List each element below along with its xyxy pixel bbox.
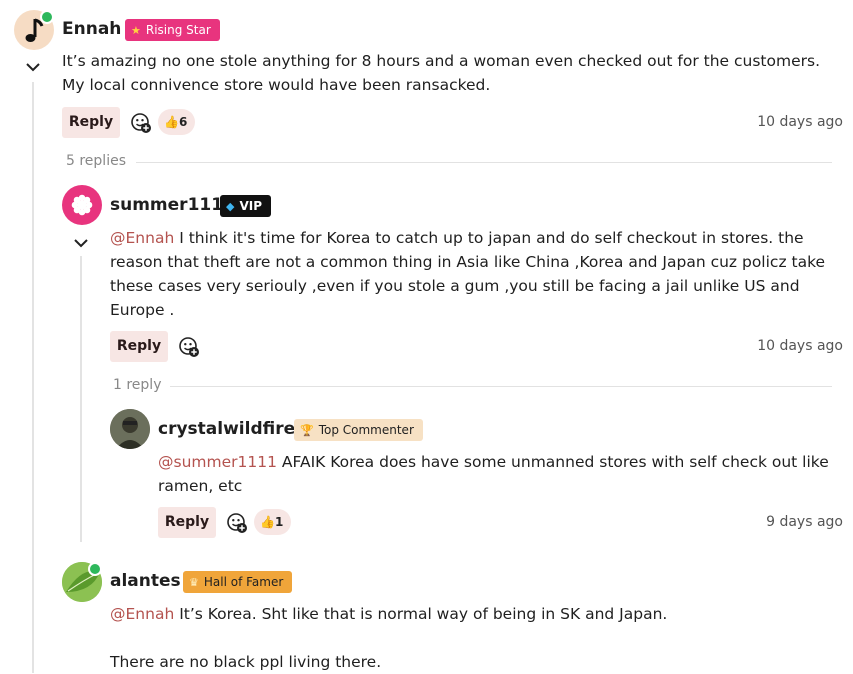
badge-label: Rising Star — [145, 23, 211, 37]
top-commenter-badge: 🏆 Top Commenter — [294, 419, 423, 441]
reply-button[interactable]: Reply — [62, 107, 120, 138]
timestamp: 10 days ago — [757, 338, 843, 354]
reply-button[interactable]: Reply — [110, 331, 168, 362]
online-indicator — [88, 562, 102, 576]
reaction-count: 1 — [274, 515, 284, 529]
username[interactable]: Ennah — [62, 19, 121, 39]
replies-toggle[interactable]: 1 reply — [113, 377, 161, 393]
reply-button[interactable]: Reply — [158, 507, 216, 538]
badge-label: Hall of Famer — [203, 575, 284, 589]
avatar[interactable] — [62, 185, 102, 225]
add-reaction-icon[interactable] — [226, 512, 248, 534]
collapse-chevron-icon[interactable] — [24, 60, 42, 74]
username[interactable]: summer1111 — [110, 195, 235, 215]
star-icon: ★ — [131, 24, 141, 37]
badge-label: VIP — [239, 199, 263, 213]
mention-link[interactable]: @Ennah — [110, 605, 174, 623]
user-photo-icon — [110, 409, 150, 449]
username[interactable]: alantes — [110, 571, 181, 591]
comment-body: It’s Korea. Sht like that is normal way … — [174, 605, 668, 623]
comment-body: I think it's time for Korea to catch up … — [110, 229, 826, 319]
add-reaction-icon[interactable] — [130, 112, 152, 134]
thumbs-up-icon: 👍 — [260, 515, 275, 529]
online-indicator — [40, 10, 54, 24]
collapse-chevron-icon[interactable] — [72, 236, 90, 250]
timestamp: 10 days ago — [757, 114, 843, 130]
rising-star-badge: ★ Rising Star — [125, 19, 220, 41]
flower-icon — [71, 194, 93, 216]
replies-toggle[interactable]: 5 replies — [66, 153, 126, 169]
comment-text: @Ennah I think it's time for Korea to ca… — [110, 226, 845, 322]
mention-link[interactable]: @summer1111 — [158, 453, 277, 471]
trophy-icon: 🏆 — [300, 424, 314, 437]
avatar[interactable] — [110, 409, 150, 449]
thumbs-up-reaction[interactable]: 👍6 — [158, 109, 196, 135]
comment-text-line: There are no black ppl living there. — [110, 653, 382, 671]
thread-line-summer — [80, 256, 82, 542]
timestamp: 9 days ago — [766, 514, 843, 530]
hall-of-famer-badge: ♛ Hall of Famer — [183, 571, 293, 593]
thread-line-root — [32, 82, 34, 673]
diamond-icon: ◆ — [226, 200, 235, 213]
comment-text: @summer1111 AFAIK Korea does have some u… — [158, 450, 838, 498]
badge-label: Top Commenter — [318, 423, 414, 437]
thumbs-up-icon: 👍 — [164, 115, 179, 129]
divider — [136, 162, 832, 163]
comment-text: It’s amazing no one stole anything for 8… — [62, 52, 820, 94]
divider — [170, 386, 832, 387]
reaction-count: 6 — [178, 115, 188, 129]
username[interactable]: crystalwildfire — [158, 419, 295, 439]
add-reaction-icon[interactable] — [178, 336, 200, 358]
thumbs-up-reaction[interactable]: 👍1 — [254, 509, 292, 535]
comment-text: @Ennah It’s Korea. Sht like that is norm… — [110, 602, 840, 626]
mention-link[interactable]: @Ennah — [110, 229, 174, 247]
crown-icon: ♛ — [189, 576, 199, 589]
vip-badge: ◆ VIP — [220, 195, 272, 217]
